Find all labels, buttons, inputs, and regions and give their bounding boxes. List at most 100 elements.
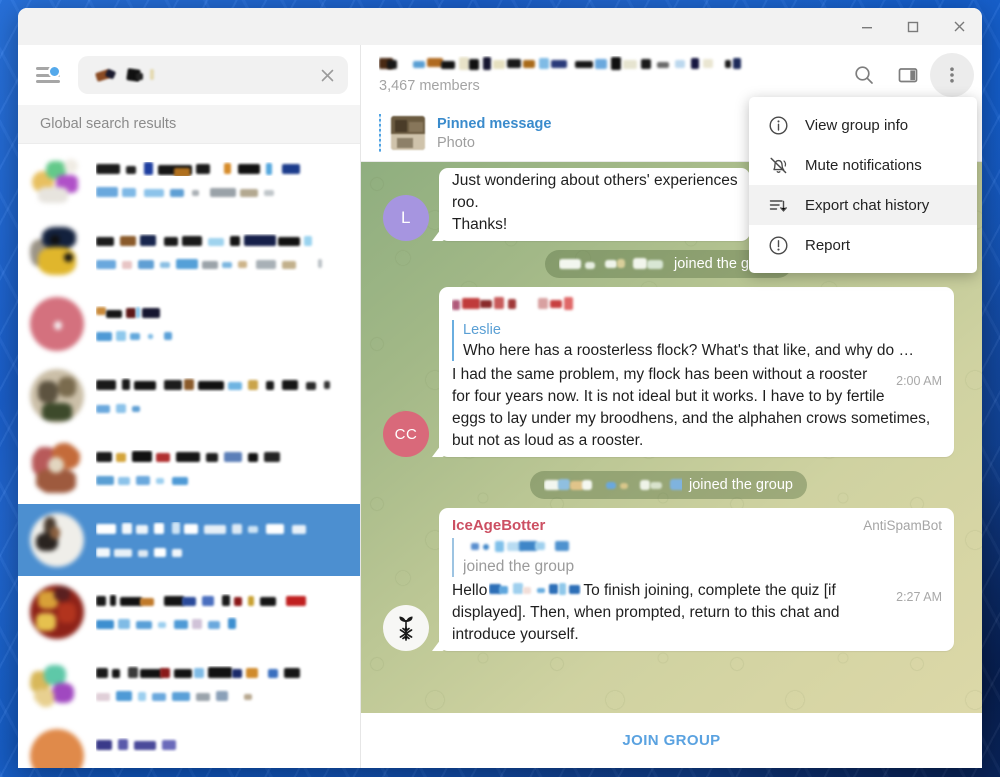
avatar [30, 297, 84, 351]
list-item-text [96, 521, 350, 559]
snowflake-plant-icon [399, 616, 413, 641]
avatar-initials: L [401, 208, 411, 227]
reply-author: Leslie [463, 322, 501, 338]
chat-header: 3,467 members [361, 45, 982, 105]
window-titlebar [18, 8, 982, 45]
menu-item-export-chat-history[interactable]: Export chat history [749, 185, 977, 225]
list-item[interactable] [18, 576, 360, 648]
avatar[interactable] [383, 605, 429, 651]
sender-badge: AntiSpamBot [863, 518, 942, 533]
message-text-greeting: Hello [452, 582, 488, 599]
list-item-subtitle [96, 329, 350, 343]
list-item-text [96, 161, 350, 199]
list-item-subtitle [96, 473, 350, 487]
list-item-title [96, 521, 350, 536]
message-bubble[interactable]: Just wondering about others' experiences… [439, 168, 750, 241]
list-item-title [96, 666, 350, 680]
service-pill: joined the group [530, 471, 807, 499]
maximize-button[interactable] [890, 8, 936, 45]
list-item-subtitle [96, 401, 350, 415]
list-item-text [96, 594, 350, 631]
exclamation-circle-icon [767, 234, 789, 256]
list-item[interactable] [18, 144, 360, 216]
close-button[interactable] [936, 8, 982, 45]
avatar [30, 369, 84, 423]
list-item[interactable] [18, 720, 360, 768]
pinned-message-texts: Pinned message Photo [437, 115, 551, 152]
menu-item-mute-notifications[interactable]: Mute notifications [749, 145, 977, 185]
menu-item-label: View group info [805, 116, 909, 134]
list-item-title [96, 738, 350, 752]
sidebar-searchbar [18, 45, 360, 105]
minimize-button[interactable] [844, 8, 890, 45]
avatar [30, 585, 84, 639]
list-item-text [96, 378, 350, 415]
list-item[interactable] [18, 360, 360, 432]
list-item-subtitle [96, 545, 350, 559]
message-line: roo. [452, 194, 479, 211]
avatar [30, 729, 84, 768]
search-input[interactable] [78, 56, 348, 94]
pinned-message-subtitle: Photo [437, 134, 475, 151]
message-sender-line: IceAgeBotter AntiSpamBot [452, 515, 942, 537]
chat-context-menu: View group info Mute notifications Expor… [749, 97, 977, 273]
message-bubble[interactable]: IceAgeBotter AntiSpamBot joined the grou… [439, 508, 954, 651]
search-icon[interactable] [842, 53, 886, 97]
list-item[interactable] [18, 216, 360, 288]
desktop-background: Global search results 3,467 members Pinn… [0, 0, 1000, 777]
message-text: 2:00 AM I had the same problem, my flock… [452, 366, 942, 449]
menu-item-label: Mute notifications [805, 156, 922, 174]
menu-item-view-group-info[interactable]: View group info [749, 105, 977, 145]
window-body: Global search results 3,467 members Pinn… [18, 45, 982, 768]
avatar [30, 657, 84, 711]
list-item[interactable] [18, 504, 360, 576]
menu-item-label: Export chat history [805, 196, 930, 214]
avatar [30, 441, 84, 495]
avatar [30, 153, 84, 207]
search-input-value [94, 66, 312, 84]
sender-name: IceAgeBotter [452, 517, 546, 534]
menu-item-report[interactable]: Report [749, 225, 977, 265]
list-item-subtitle [96, 257, 350, 271]
reply-quote[interactable]: joined the group [452, 538, 942, 577]
more-vertical-icon[interactable] [930, 53, 974, 97]
member-count: 3,467 members [379, 77, 480, 94]
list-item-subtitle [96, 185, 350, 199]
bell-muted-icon [767, 154, 789, 176]
list-item[interactable] [18, 288, 360, 360]
message-bubble[interactable]: Leslie Who here has a roosterless flock?… [439, 287, 954, 457]
info-circle-icon [767, 114, 789, 136]
clear-search-icon[interactable] [312, 60, 342, 90]
list-item[interactable] [18, 648, 360, 720]
list-item-title [96, 378, 350, 392]
reply-quote[interactable]: Leslie Who here has a roosterless flock?… [452, 320, 942, 361]
sidebar-panel-icon[interactable] [886, 53, 930, 97]
telegram-window: Global search results 3,467 members Pinn… [18, 8, 982, 768]
hamburger-menu-icon[interactable] [26, 53, 70, 97]
pinned-photo-thumbnail [391, 116, 425, 150]
pinned-message-label: Pinned message [437, 115, 552, 132]
list-item-text [96, 738, 350, 769]
search-results-list [18, 144, 360, 768]
list-item[interactable] [18, 432, 360, 504]
list-item-subtitle [96, 761, 350, 769]
avatar[interactable]: L [383, 195, 429, 241]
redacted-emoji [489, 581, 581, 598]
message-row: CC Leslie Who here has a roosterless flo… [383, 287, 954, 457]
redacted-sender [452, 294, 942, 316]
pinned-indicator-bar [379, 114, 381, 152]
reply-preview: joined the group [463, 558, 575, 575]
reply-preview: Who here has a roosterless flock? What's… [463, 342, 914, 359]
chat-pane: 3,467 members Pinned message Photo L Jus… [361, 45, 982, 768]
avatar [30, 225, 84, 279]
join-group-bar[interactable]: JOIN GROUP [361, 713, 982, 768]
chat-title-wrap[interactable]: 3,467 members [379, 56, 842, 95]
service-text: joined the group [689, 477, 793, 493]
redacted-reply-author [463, 538, 942, 556]
avatar[interactable]: CC [383, 411, 429, 457]
join-group-button[interactable]: JOIN GROUP [622, 732, 720, 749]
list-item-title [96, 306, 350, 320]
avatar [30, 513, 84, 567]
message-row: IceAgeBotter AntiSpamBot joined the grou… [383, 508, 954, 651]
redacted-username [559, 256, 667, 272]
